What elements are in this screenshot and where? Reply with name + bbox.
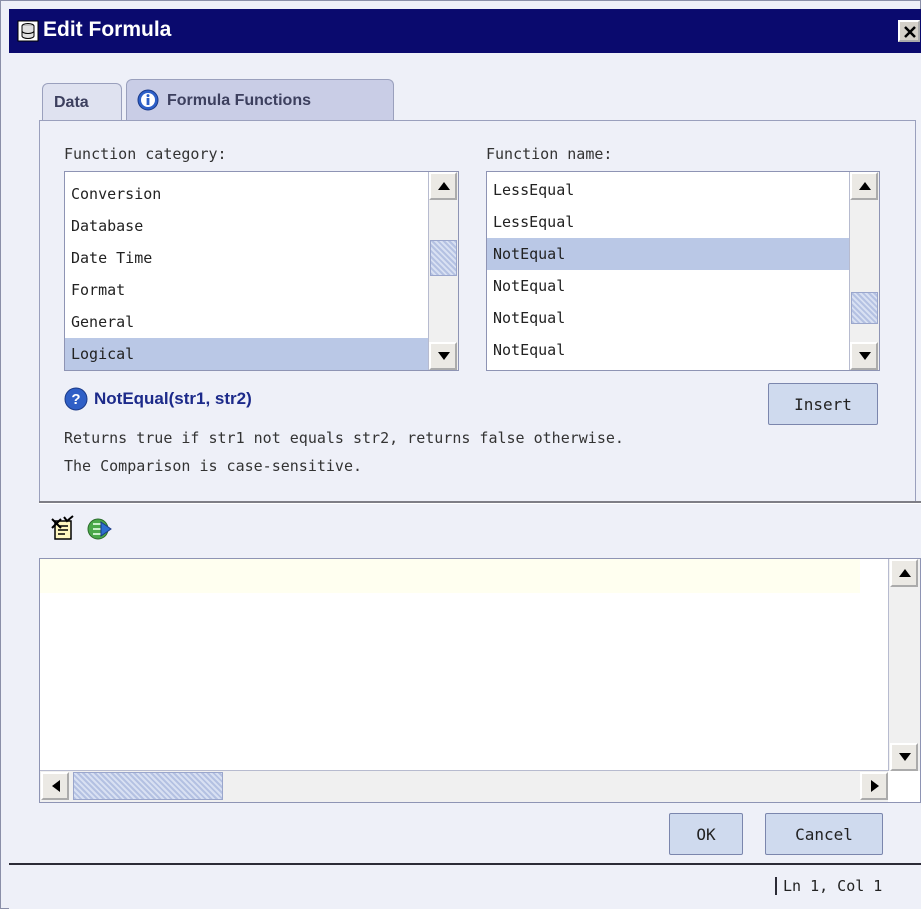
current-line-highlight: [40, 559, 860, 593]
function-name-label: Function name:: [486, 145, 613, 163]
function-category-label: Function category:: [64, 145, 227, 163]
list-item[interactable]: Date Time: [65, 242, 429, 274]
list-item[interactable]: LessEqual: [487, 174, 850, 206]
evaluate-icon[interactable]: [85, 515, 113, 543]
arrow-down-icon: [899, 753, 911, 761]
database-icon: [17, 20, 39, 42]
title-bar: Edit Formula: [9, 9, 921, 53]
arrow-up-icon: [438, 182, 450, 190]
arrow-right-icon: [871, 780, 879, 792]
category-scrollbar[interactable]: [428, 172, 458, 370]
scroll-down-button[interactable]: [890, 743, 918, 771]
scroll-right-button[interactable]: [860, 772, 888, 800]
function-name-list[interactable]: LessEqual LessEqual NotEqual NotEqual No…: [486, 171, 880, 371]
formula-functions-panel: Function category: Function name: Conver…: [39, 120, 916, 503]
list-item[interactable]: NotEqual: [487, 302, 850, 334]
dialog-body: Data Formula Functions Function category…: [9, 53, 921, 909]
scroll-up-button[interactable]: [890, 559, 918, 587]
splitter[interactable]: [39, 501, 921, 504]
function-category-list[interactable]: Conversion Database Date Time Format Gen…: [64, 171, 459, 371]
list-item-selected[interactable]: Logical: [65, 338, 429, 370]
tab-data-label: Data: [54, 94, 89, 111]
scroll-up-button[interactable]: [850, 172, 878, 200]
scroll-left-button[interactable]: [41, 772, 69, 800]
list-item[interactable]: General: [65, 306, 429, 338]
function-description-line2: The Comparison is case-sensitive.: [64, 457, 363, 475]
function-description-line1: Returns true if str1 not equals str2, re…: [64, 429, 624, 447]
formula-editor[interactable]: [39, 558, 921, 803]
scroll-up-button[interactable]: [429, 172, 457, 200]
list-item[interactable]: Format: [65, 274, 429, 306]
insert-button[interactable]: Insert: [768, 383, 878, 425]
list-item-selected[interactable]: NotEqual: [487, 238, 850, 270]
info-icon: [137, 89, 159, 111]
arrow-left-icon: [52, 780, 60, 792]
edit-formula-dialog: Edit Formula Data Formula Functions Func…: [0, 0, 921, 909]
arrow-up-icon: [899, 569, 911, 577]
window-title: Edit Formula: [43, 18, 172, 41]
list-item[interactable]: Conversion: [65, 178, 429, 210]
ok-button[interactable]: OK: [669, 813, 743, 855]
list-item[interactable]: LessEqual: [487, 206, 850, 238]
list-item[interactable]: Database: [65, 210, 429, 242]
list-item[interactable]: NotEqual: [487, 270, 850, 302]
tab-formula-functions-label: Formula Functions: [167, 92, 311, 109]
status-bar: Ln 1, Col 1: [9, 863, 921, 909]
cursor-position: Ln 1, Col 1: [775, 877, 882, 895]
help-icon: ?: [64, 387, 88, 411]
arrow-down-icon: [859, 352, 871, 360]
svg-text:?: ?: [71, 391, 80, 408]
syntax-check-icon[interactable]: [49, 515, 77, 543]
close-icon: [904, 26, 916, 38]
function-signature: NotEqual(str1, str2): [94, 389, 252, 408]
scroll-down-button[interactable]: [429, 342, 457, 370]
arrow-up-icon: [859, 182, 871, 190]
scroll-down-button[interactable]: [850, 342, 878, 370]
close-button[interactable]: [898, 20, 920, 42]
editor-horizontal-scrollbar[interactable]: [40, 770, 888, 802]
scroll-thumb[interactable]: [430, 240, 457, 276]
scroll-thumb[interactable]: [851, 292, 878, 324]
arrow-down-icon: [438, 352, 450, 360]
scroll-thumb[interactable]: [73, 772, 223, 800]
list-item[interactable]: NotEqual: [487, 334, 850, 366]
tab-data[interactable]: Data: [42, 83, 122, 121]
function-name-scrollbar[interactable]: [849, 172, 879, 370]
tab-formula-functions[interactable]: Formula Functions: [126, 79, 394, 121]
editor-vertical-scrollbar[interactable]: [888, 559, 920, 771]
cancel-button[interactable]: Cancel: [765, 813, 883, 855]
